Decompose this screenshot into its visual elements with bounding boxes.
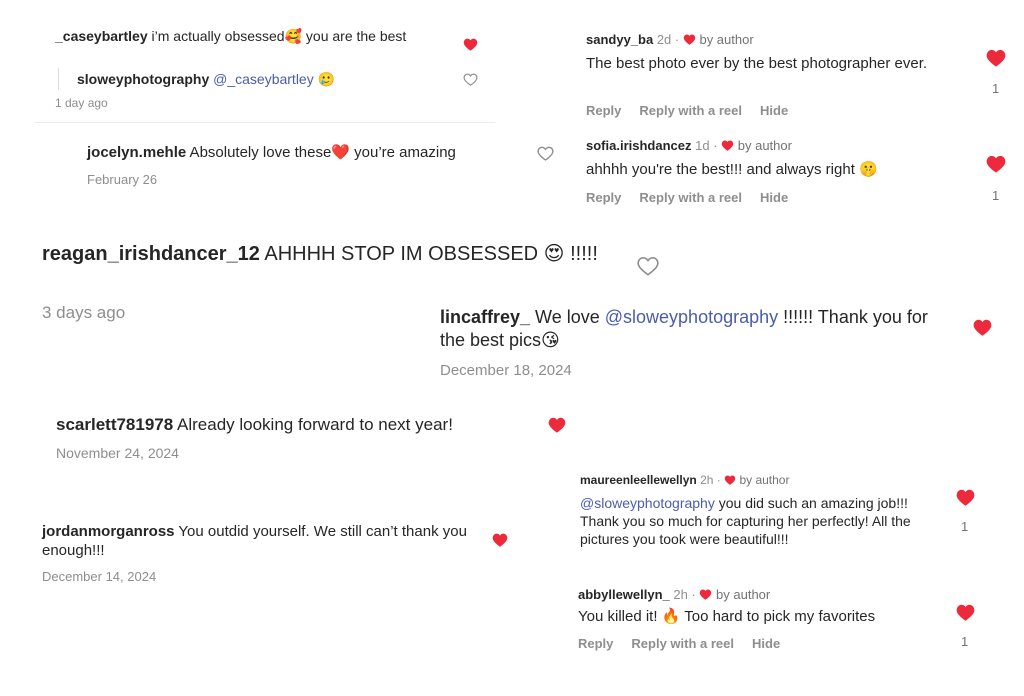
- comment-timestamp: 2d ·: [656, 32, 683, 47]
- comment-text: The best photo ever by the best photogra…: [586, 55, 928, 72]
- heart-filled-icon[interactable]: [956, 489, 975, 506]
- comment-text: Already looking forward to next year!: [173, 415, 453, 434]
- comment-text: i’m actually obsessed🥰 you are the best: [147, 28, 407, 44]
- hide-button[interactable]: Hide: [752, 636, 780, 651]
- mention-link[interactable]: @_caseybartley: [213, 71, 314, 87]
- comment-timestamp: 2h ·: [673, 587, 700, 602]
- comment-username[interactable]: scarlett781978: [56, 415, 173, 434]
- comment-text: AHHHH STOP IM OBSESSED 😍 !!!!!: [259, 243, 598, 265]
- reply-with-reel-button[interactable]: Reply with a reel: [639, 190, 742, 205]
- comment-scarlett781978: scarlett781978 Already looking forward t…: [56, 414, 453, 435]
- reply-button[interactable]: Reply: [586, 190, 621, 205]
- heart-filled-icon[interactable]: [986, 155, 1006, 173]
- mention-link[interactable]: @sloweyphotography: [580, 495, 715, 511]
- comment-sofia-irishdancez: sofia.irishdancez 1d · by author: [586, 138, 792, 154]
- reply-thread-line: [58, 68, 59, 90]
- reply-button[interactable]: Reply: [586, 103, 621, 118]
- comment-username[interactable]: reagan_irishdancer_12: [42, 243, 260, 265]
- by-author-label: by author: [716, 587, 771, 602]
- mention-link[interactable]: @sloweyphotography: [605, 307, 778, 327]
- comment-jordanmorganross: jordanmorganross You outdid yourself. We…: [42, 522, 472, 560]
- comment-text: You killed it! 🔥 Too hard to pick my fav…: [578, 608, 876, 625]
- heart-filled-icon: [721, 138, 734, 153]
- comment-maureenleellewellyn: maureenleellewellyn 2h · by author: [580, 473, 789, 488]
- like-count: 1: [992, 81, 1000, 96]
- comment-sandyy-ba: sandyy_ba 2d · by author: [586, 32, 754, 48]
- comment-text: ahhhh you're the best!!! and always righ…: [586, 161, 878, 178]
- comment-timestamp: December 18, 2024: [440, 362, 572, 379]
- comment-username[interactable]: sandyy_ba: [586, 32, 653, 47]
- comment-timestamp: February 26: [87, 172, 158, 187]
- comment-username[interactable]: abbyllewellyn_: [578, 587, 670, 602]
- comment-timestamp: 1 day ago: [55, 96, 108, 110]
- heart-filled-icon[interactable]: [973, 319, 992, 336]
- like-count: 1: [961, 519, 969, 534]
- hide-button[interactable]: Hide: [760, 103, 788, 118]
- by-author-label: by author: [739, 473, 790, 487]
- comment-jocelyn-mehle: jocelyn.mehle Absolutely love these❤️ yo…: [87, 144, 456, 162]
- heart-filled-icon[interactable]: [463, 38, 478, 51]
- heart-outline-icon[interactable]: [637, 256, 659, 276]
- hide-button[interactable]: Hide: [760, 190, 788, 205]
- comment-reagan-irishdancer: reagan_irishdancer_12 AHHHH STOP IM OBSE…: [42, 242, 602, 267]
- comment-username[interactable]: jordanmorganross: [42, 523, 175, 540]
- comment-timestamp: 2h ·: [700, 473, 725, 487]
- heart-filled-icon: [699, 587, 712, 602]
- comment-timestamp: 1d ·: [695, 138, 722, 153]
- heart-filled-icon[interactable]: [492, 533, 508, 547]
- comment-caseybartley: _caseybartley i’m actually obsessed🥰 you…: [55, 28, 445, 45]
- heart-filled-icon: [683, 32, 696, 47]
- reply-with-reel-button[interactable]: Reply with a reel: [631, 636, 734, 651]
- heart-filled-icon[interactable]: [956, 604, 975, 621]
- comment-actions: Reply Reply with a reel Hide: [586, 103, 806, 118]
- heart-filled-icon[interactable]: [548, 417, 566, 433]
- reply-with-reel-button[interactable]: Reply with a reel: [639, 103, 742, 118]
- comment-text: @sloweyphotography you did such an amazi…: [580, 494, 940, 548]
- divider: [35, 122, 495, 123]
- comment-username[interactable]: jocelyn.mehle: [87, 144, 186, 161]
- reply-username[interactable]: sloweyphotography: [77, 71, 209, 87]
- comment-username[interactable]: sofia.irishdancez: [586, 138, 691, 153]
- heart-outline-icon[interactable]: [537, 146, 554, 161]
- comment-username[interactable]: maureenleellewellyn: [580, 473, 697, 487]
- by-author-label: by author: [699, 32, 754, 47]
- reply-button[interactable]: Reply: [578, 636, 613, 651]
- heart-filled-icon: [724, 473, 736, 487]
- comment-username[interactable]: _caseybartley: [55, 28, 148, 44]
- comment-text: We love: [530, 307, 605, 327]
- like-count: 1: [961, 634, 969, 649]
- reply-emoji: 🥲: [313, 71, 336, 87]
- comment-timestamp: November 24, 2024: [56, 445, 179, 461]
- comment-timestamp: 3 days ago: [42, 303, 126, 322]
- comment-timestamp: December 14, 2024: [42, 569, 157, 584]
- reply-sloweyphotography: sloweyphotography @_caseybartley 🥲: [77, 71, 335, 88]
- comment-actions: Reply Reply with a reel Hide: [586, 190, 806, 205]
- like-count: 1: [992, 188, 1000, 203]
- comment-lincaffrey: lincaffrey_ We love @sloweyphotography !…: [440, 306, 940, 352]
- comment-username[interactable]: lincaffrey_: [440, 307, 530, 327]
- comment-abbyllewellyn: abbyllewellyn_ 2h · by author: [578, 587, 770, 603]
- heart-filled-icon[interactable]: [986, 49, 1006, 67]
- by-author-label: by author: [737, 138, 792, 153]
- comment-body: _caseybartley i’m actually obsessed🥰 you…: [55, 28, 445, 45]
- heart-outline-icon[interactable]: [463, 73, 478, 86]
- comment-text: Absolutely love these❤️ you’re amazing: [186, 144, 456, 161]
- comment-actions: Reply Reply with a reel Hide: [578, 636, 798, 651]
